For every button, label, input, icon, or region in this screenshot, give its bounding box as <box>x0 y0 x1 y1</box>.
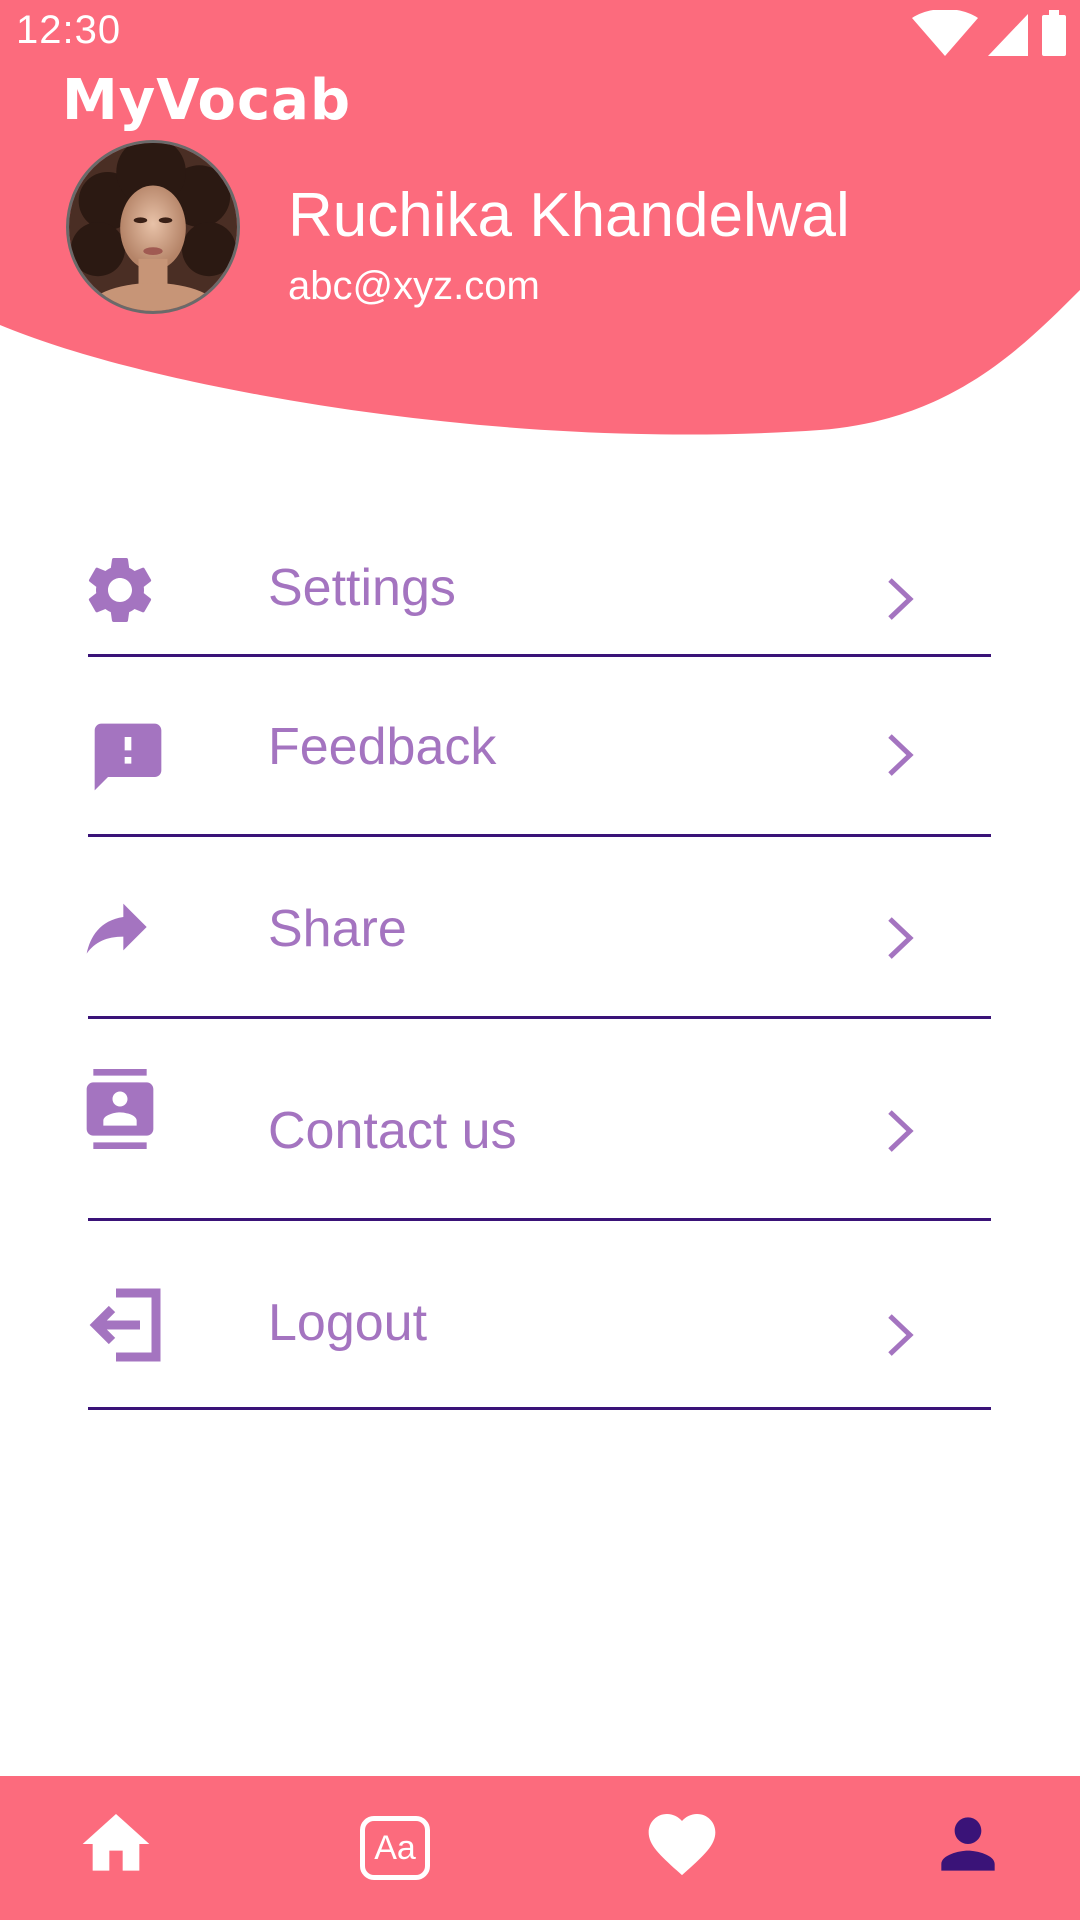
logout-icon <box>88 1285 168 1365</box>
user-email: abc@xyz.com <box>288 264 540 308</box>
bottom-navigation: Aa <box>0 1776 1080 1920</box>
app-title: MyVocab <box>62 68 352 133</box>
wifi-icon <box>912 10 978 56</box>
status-icons <box>912 10 1066 56</box>
home-icon <box>82 1814 150 1871</box>
contact-card-icon <box>80 1069 160 1149</box>
nav-profile-button[interactable] <box>928 1804 1008 1884</box>
signal-icon <box>988 14 1028 56</box>
menu-item-label: Share <box>268 900 407 958</box>
menu-item-label: Contact us <box>268 1102 517 1160</box>
menu-item-logout[interactable]: Logout <box>88 1221 991 1410</box>
avatar-photo <box>69 143 237 311</box>
menu-item-share[interactable]: Share <box>86 837 991 1019</box>
menu-item-settings[interactable]: Settings <box>88 530 991 657</box>
chevron-right-icon <box>880 1310 920 1360</box>
status-bar-time: 12:30 <box>16 8 122 52</box>
nav-favorites-button[interactable] <box>642 1804 722 1884</box>
share-icon <box>80 887 160 967</box>
menu-item-label: Feedback <box>268 718 497 776</box>
chevron-right-icon <box>880 1106 920 1156</box>
menu-item-feedback[interactable]: Feedback <box>88 657 991 837</box>
menu-item-label: Settings <box>268 559 456 617</box>
user-name: Ruchika Khandelwal <box>288 181 850 250</box>
chevron-right-icon <box>880 574 920 624</box>
nav-vocabulary-button[interactable]: Aa <box>360 1816 430 1880</box>
feedback-icon <box>88 717 168 797</box>
heart-icon <box>648 1814 716 1876</box>
menu-item-label: Logout <box>268 1294 428 1352</box>
menu-item-contact-us[interactable]: Contact us <box>86 1019 991 1221</box>
chevron-right-icon <box>880 730 920 780</box>
chevron-right-icon <box>880 913 920 963</box>
aa-text-icon: Aa <box>374 1829 416 1867</box>
battery-icon <box>1042 10 1066 56</box>
person-icon <box>941 1817 995 1871</box>
gear-icon <box>80 550 160 630</box>
nav-home-button[interactable] <box>76 1804 156 1884</box>
avatar[interactable] <box>66 140 240 314</box>
